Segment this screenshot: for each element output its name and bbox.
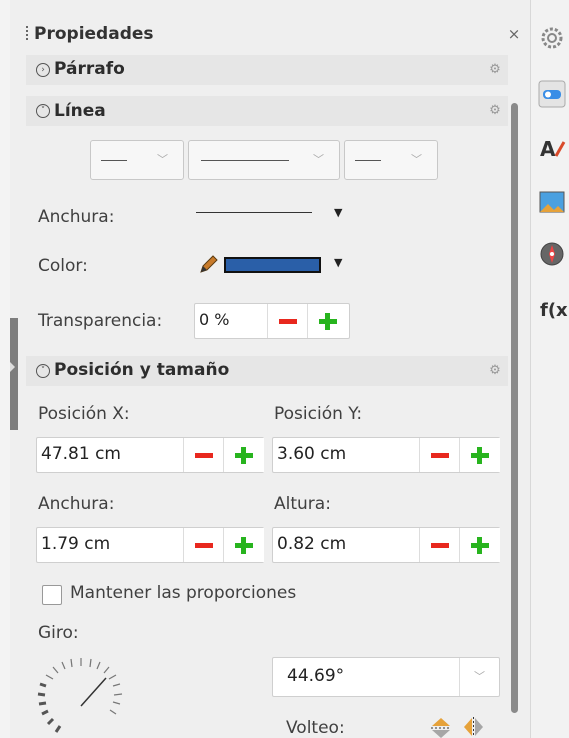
pos-y-label: Posición Y:	[274, 404, 363, 424]
chevron-down-icon: ﹀	[313, 153, 324, 166]
pos-y-decrease-button[interactable]	[419, 438, 460, 472]
dropdown-arrow-icon[interactable]: ▼	[334, 256, 342, 269]
line-width-label: Anchura:	[38, 207, 115, 227]
width-value[interactable]: 1.79 cm	[41, 534, 110, 554]
section-header-linea[interactable]: ˅ Línea ⚙	[26, 96, 508, 126]
flip-horizontal-icon[interactable]	[462, 716, 484, 738]
rotation-combobox[interactable]: 44.69° ﹀	[272, 657, 500, 697]
scrollbar-thumb[interactable]	[511, 103, 518, 713]
arrow-start-dropdown[interactable]: ﹀	[90, 140, 184, 180]
left-dock-strip	[0, 0, 10, 738]
pos-x-label: Posición X:	[38, 404, 130, 424]
line-style-preview	[201, 160, 289, 161]
line-color-label: Color:	[38, 256, 88, 276]
keep-ratio-checkbox[interactable]	[42, 585, 62, 605]
transparency-label: Transparencia:	[38, 311, 163, 331]
pencil-icon[interactable]	[198, 252, 220, 276]
properties-icon[interactable]	[538, 80, 566, 108]
section-title-linea: Línea	[54, 101, 106, 121]
sidebar-tab-bar	[530, 0, 569, 738]
width-label: Anchura:	[38, 494, 115, 514]
transparency-decrease-button[interactable]	[267, 304, 308, 338]
dropdown-arrow-icon[interactable]: ▼	[334, 206, 342, 219]
gear-icon[interactable]: ⚙	[488, 364, 502, 378]
line-style-dropdown[interactable]: ﹀	[188, 140, 340, 180]
line-color-swatch[interactable]	[224, 257, 321, 273]
collapse-chevron-icon: ˅	[36, 364, 50, 378]
height-field[interactable]: 0.82 cm	[272, 527, 500, 563]
rotation-dial[interactable]	[34, 656, 130, 738]
expand-chevron-icon: ›	[36, 63, 50, 77]
chevron-down-icon: ﹀	[411, 153, 422, 166]
functions-icon[interactable]: f(x)	[540, 300, 569, 321]
pos-x-value[interactable]: 47.81 cm	[41, 444, 121, 464]
sidebar-collapse-handle[interactable]	[10, 318, 18, 430]
pos-x-decrease-button[interactable]	[183, 438, 224, 472]
pos-x-increase-button[interactable]	[223, 438, 264, 472]
gallery-icon[interactable]	[538, 188, 566, 216]
section-title-posicion: Posición y tamaño	[54, 360, 230, 380]
pos-y-increase-button[interactable]	[459, 438, 500, 472]
section-title-parrafo: Párrafo	[54, 59, 125, 79]
height-value[interactable]: 0.82 cm	[277, 534, 346, 554]
rotation-label: Giro:	[38, 623, 79, 643]
width-decrease-button[interactable]	[183, 528, 224, 562]
collapse-chevron-icon: ˅	[36, 104, 50, 118]
arrow-end-dropdown[interactable]: ﹀	[344, 140, 438, 180]
rotation-dropdown-button[interactable]: ﹀	[459, 658, 500, 696]
pos-x-field[interactable]: 47.81 cm	[36, 437, 264, 473]
flip-vertical-icon[interactable]	[430, 716, 452, 738]
styles-icon[interactable]: A	[538, 134, 566, 162]
gear-icon[interactable]: ⚙	[488, 63, 502, 77]
keep-ratio-label[interactable]: Mantener las proporciones	[70, 583, 296, 603]
transparency-field[interactable]: 0 %	[194, 303, 350, 339]
panel-title: Propiedades	[34, 24, 154, 44]
flip-label: Volteo:	[286, 718, 345, 738]
line-end-preview	[355, 160, 381, 161]
width-increase-button[interactable]	[223, 528, 264, 562]
chevron-down-icon: ﹀	[157, 153, 168, 166]
grip-icon[interactable]	[26, 26, 30, 40]
height-decrease-button[interactable]	[419, 528, 460, 562]
close-button[interactable]: ×	[507, 25, 521, 43]
height-label: Altura:	[274, 494, 331, 514]
svg-text:A: A	[540, 137, 556, 161]
line-start-preview	[101, 160, 127, 161]
pos-y-field[interactable]: 3.60 cm	[272, 437, 500, 473]
section-header-parrafo[interactable]: › Párrafo ⚙	[26, 55, 508, 85]
rotation-value[interactable]: 44.69°	[287, 666, 344, 686]
line-width-preview[interactable]	[196, 212, 312, 213]
navigator-icon[interactable]	[538, 240, 566, 268]
width-field[interactable]: 1.79 cm	[36, 527, 264, 563]
section-header-posicion[interactable]: ˅ Posición y tamaño ⚙	[26, 356, 508, 386]
chevron-down-icon: ﹀	[474, 670, 485, 683]
pos-y-value[interactable]: 3.60 cm	[277, 444, 346, 464]
transparency-value[interactable]: 0 %	[199, 310, 229, 329]
gear-icon[interactable]	[538, 24, 566, 52]
gear-icon[interactable]: ⚙	[488, 104, 502, 118]
height-increase-button[interactable]	[459, 528, 500, 562]
transparency-increase-button[interactable]	[307, 304, 348, 338]
expand-arrow-icon	[10, 362, 15, 372]
